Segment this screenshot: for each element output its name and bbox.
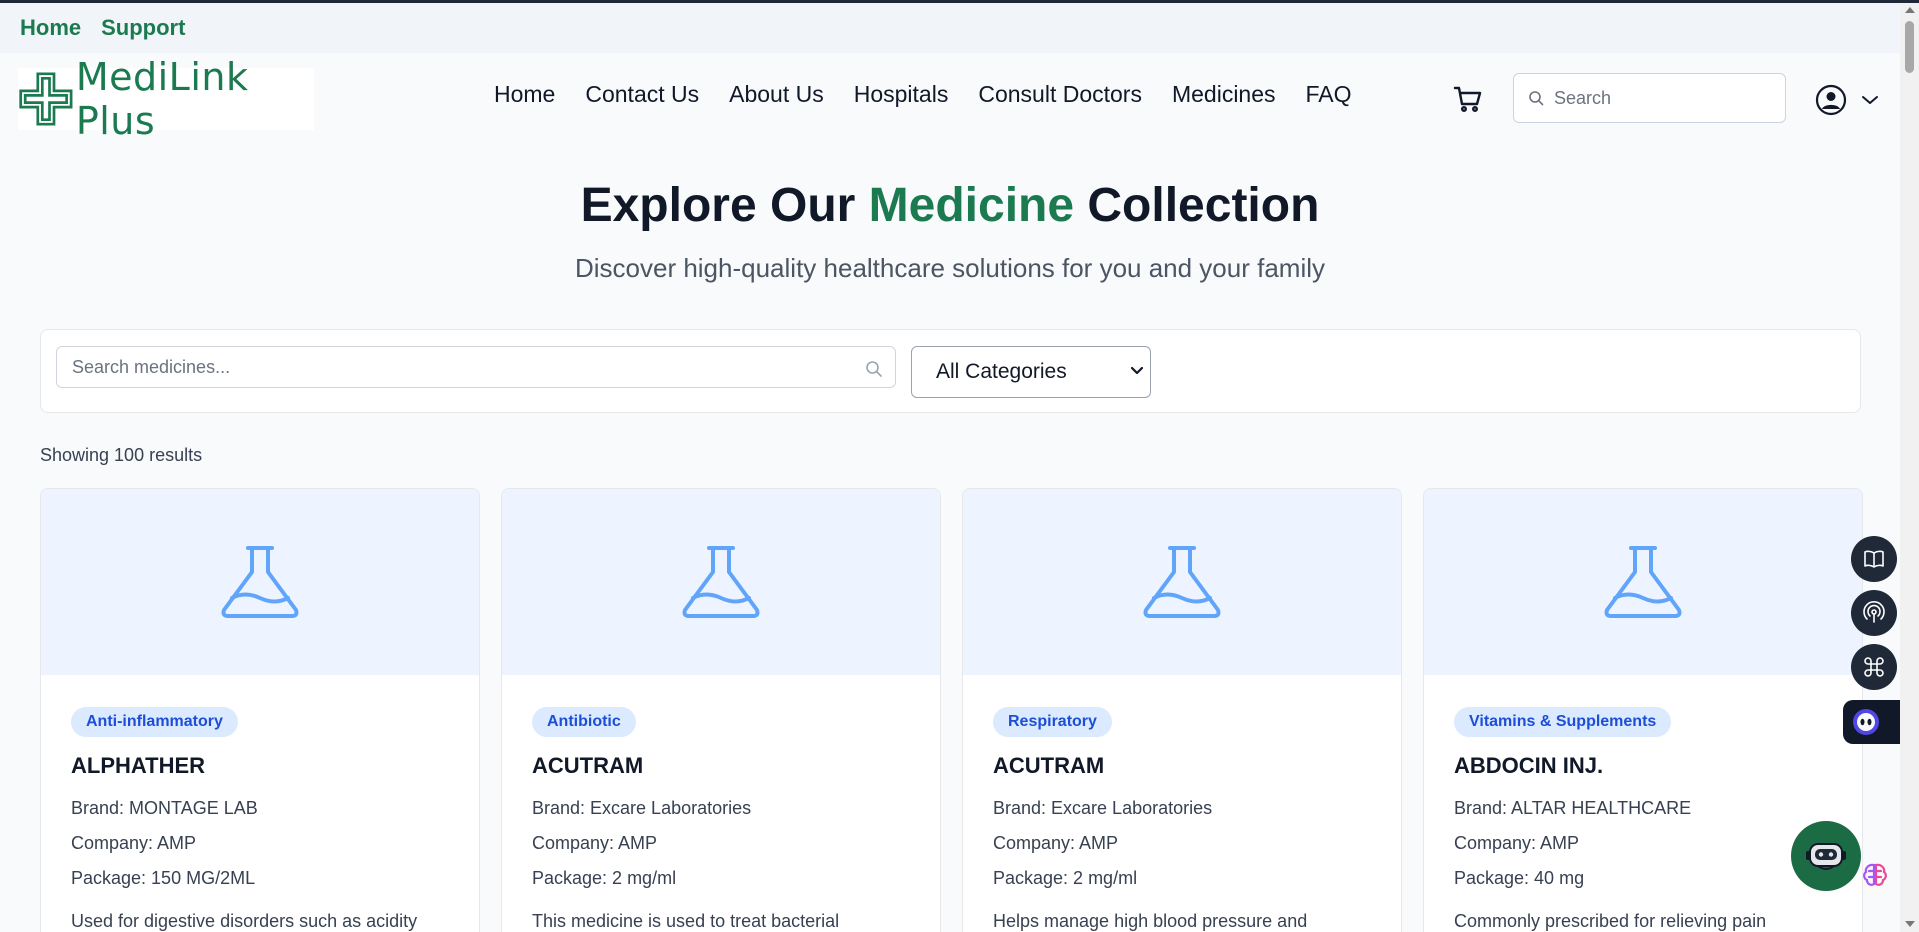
ai-assistant-icon (1853, 709, 1879, 735)
scroll-down-arrow[interactable] (1905, 921, 1915, 927)
product-name: ALPHATHER (71, 753, 206, 778)
product-brand: Brand: MONTAGE LAB (71, 798, 258, 818)
product-package: Package: 150 MG/2ML (71, 868, 256, 888)
medicine-search-input[interactable] (72, 347, 832, 387)
site-search[interactable] (1513, 73, 1786, 123)
flask-icon (1143, 546, 1221, 618)
category-badge: Anti-inflammatory (71, 707, 238, 737)
category-badge: Respiratory (993, 707, 1112, 737)
product-company: Company: AMP (1454, 833, 1580, 853)
category-selected-value: All Categories (936, 360, 1067, 383)
product-name: ACUTRAM (993, 753, 1105, 778)
user-circle-icon (1815, 84, 1847, 116)
product-image (963, 489, 1401, 675)
category-select[interactable]: All Categories (911, 346, 1151, 398)
brand-name: MediLink Plus (75, 55, 249, 143)
product-package: Package: 2 mg/ml (532, 868, 677, 888)
cart-icon[interactable] (1452, 83, 1484, 115)
product-image (502, 489, 940, 675)
search-icon (1529, 91, 1544, 106)
chevron-down-icon (1130, 366, 1144, 375)
broadcast-icon[interactable] (1851, 590, 1897, 636)
product-description: Commonly prescribed for relieving pain (1454, 911, 1767, 931)
command-icon[interactable] (1851, 644, 1897, 690)
product-description: This medicine is used to treat bacterial (532, 911, 840, 931)
results-count: Showing 100 results (40, 445, 203, 465)
product-brand: Brand: ALTAR HEALTHCARE (1454, 798, 1692, 818)
utility-bar: Home Support (0, 3, 1900, 53)
product-image (41, 489, 479, 675)
product-company: Company: AMP (71, 833, 197, 853)
product-card[interactable]: Anti-inflammatory ALPHATHER Brand: MONTA… (40, 488, 480, 932)
main-navbar: MediLink Plus Home Contact Us About Us H… (0, 53, 1900, 143)
flask-icon (682, 546, 760, 618)
product-brand: Brand: Excare Laboratories (532, 798, 752, 818)
book-icon[interactable] (1851, 536, 1897, 582)
scroll-up-arrow[interactable] (1905, 7, 1915, 13)
utility-home-link[interactable]: Home (20, 15, 81, 41)
utility-support-link[interactable]: Support (101, 15, 185, 41)
title-accent: Medicine (868, 179, 1075, 232)
medical-cross-logo-icon (19, 72, 73, 126)
product-description: Used for digestive disorders such as aci… (71, 911, 418, 931)
product-package: Package: 2 mg/ml (993, 868, 1138, 888)
primary-nav: Home Contact Us About Us Hospitals Consu… (494, 81, 1352, 108)
chatbot-button[interactable] (1791, 821, 1861, 891)
nav-about-us[interactable]: About Us (729, 81, 824, 108)
nav-hospitals[interactable]: Hospitals (854, 81, 949, 108)
brand-logo[interactable]: MediLink Plus (18, 55, 314, 143)
page-scrollbar[interactable] (1900, 3, 1919, 932)
site-search-input[interactable] (1554, 87, 1774, 109)
flask-icon (221, 546, 299, 618)
user-menu[interactable] (1815, 84, 1879, 116)
scrollbar-thumb[interactable] (1905, 21, 1914, 73)
product-company: Company: AMP (532, 833, 658, 853)
nav-consult-doctors[interactable]: Consult Doctors (978, 81, 1142, 108)
nav-medicines[interactable]: Medicines (1172, 81, 1276, 108)
chevron-down-icon (1862, 96, 1878, 104)
page-title: Explore Our Medicine Collection (0, 178, 1900, 233)
nav-contact-us[interactable]: Contact Us (585, 81, 699, 108)
title-part-2: Collection (1087, 179, 1320, 232)
medicine-search[interactable] (56, 346, 896, 388)
product-image (1424, 489, 1862, 675)
category-badge: Antibiotic (532, 707, 636, 737)
product-brand: Brand: Excare Laboratories (993, 798, 1213, 818)
product-package: Package: 40 mg (1454, 868, 1585, 888)
product-name: ABDOCIN INJ. (1454, 753, 1604, 778)
product-description: Helps manage high blood pressure and (993, 911, 1308, 931)
product-company: Company: AMP (993, 833, 1119, 853)
product-name: ACUTRAM (532, 753, 644, 778)
title-part-1: Explore Our (580, 179, 856, 232)
nav-home[interactable]: Home (494, 81, 555, 108)
brain-icon[interactable] (1860, 860, 1890, 890)
ai-assistant-tab[interactable] (1843, 700, 1901, 744)
filter-panel: All Categories (40, 329, 1861, 413)
category-badge: Vitamins & Supplements (1454, 707, 1672, 737)
page-subtitle: Discover high-quality healthcare solutio… (574, 253, 1326, 283)
nav-faq[interactable]: FAQ (1306, 81, 1352, 108)
product-card[interactable]: Respiratory ACUTRAM Brand: Excare Labora… (962, 488, 1402, 932)
search-icon[interactable] (865, 360, 883, 378)
flask-icon (1604, 546, 1682, 618)
chatbot-icon (1806, 843, 1846, 870)
product-card[interactable]: Antibiotic ACUTRAM Brand: Excare Laborat… (501, 488, 941, 932)
